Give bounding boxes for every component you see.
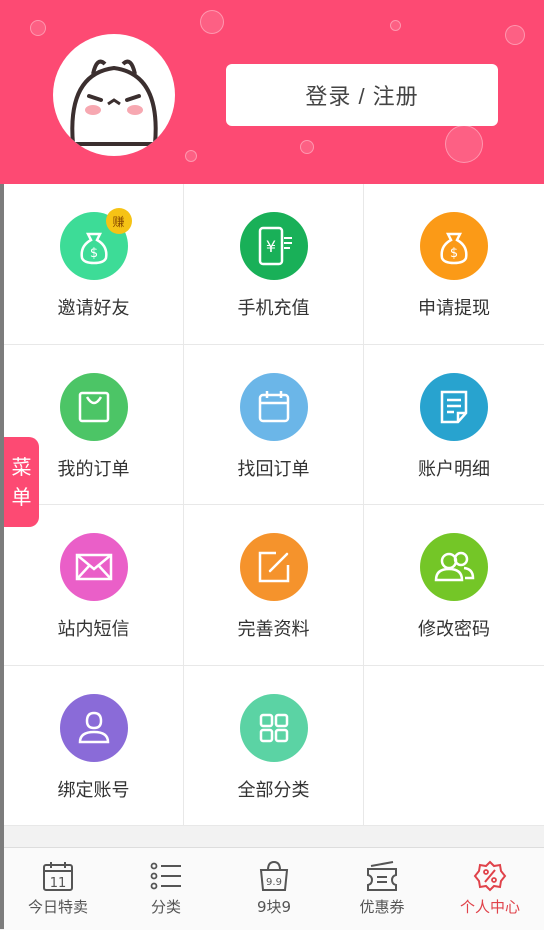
grid-item-invite-friends[interactable]: $ 赚 邀请好友 [4,184,184,345]
icon-circle [59,693,128,762]
side-menu-tab-char: 菜 [11,455,32,479]
grid-item-all-categories[interactable]: 全部分类 [184,665,364,826]
tab-label: 优惠券 [359,898,405,916]
grid-item-label: 修改密码 [418,619,490,640]
cartoon-avatar-icon [70,59,158,146]
coupon-icon [367,861,397,891]
icon-circle [59,533,128,601]
edit-icon [258,551,289,583]
grid-item-phone-recharge[interactable]: ¥ 手机充值 [184,184,364,345]
tab-label: 分类 [150,898,181,916]
grid-icon [259,713,288,742]
money-bag-icon: $ [79,232,108,265]
bubble-decoration [200,10,224,34]
list-icon [150,862,181,890]
icon-circle [239,693,308,762]
tab-personal-center[interactable]: 个人中心 [436,848,544,930]
grid-empty-cell [364,666,544,826]
money-bag-icon: $ [440,232,468,265]
tab-label: 今日特卖 [27,898,88,916]
icon-circle: $ [420,212,488,280]
grid-item-bind-account[interactable]: 绑定账号 [4,665,184,826]
icon-circle [239,372,308,441]
calendar-icon [258,390,289,422]
grid-item-account-details[interactable]: 账户明细 [364,345,544,505]
grid-item-label: 账户明细 [418,458,490,480]
side-menu-tab[interactable]: 菜 单 [4,437,39,527]
shopping-bag-icon [78,391,109,422]
tab-label: 9块9 [256,898,292,916]
tab-categories[interactable]: 分类 [112,848,220,930]
phone-yen-icon: ¥ [258,226,292,266]
side-menu-tab-char: 单 [11,485,32,509]
bag-price-text: 9.9 [266,877,282,888]
percent-badge-icon [473,860,507,892]
login-register-button[interactable]: 登录 / 注册 [226,64,498,126]
bubble-decoration [185,150,197,162]
icon-circle [59,372,128,441]
icon-circle: ¥ [239,212,308,280]
bubble-decoration [300,140,314,154]
earn-badge: 赚 [105,208,132,234]
tab-label: 个人中心 [459,898,520,916]
bubble-decoration [445,125,483,163]
bubble-decoration [30,20,46,36]
bubble-decoration [505,25,525,45]
grid-item-label: 站内短信 [57,619,130,640]
grid-item-label: 申请提现 [418,298,490,319]
tab-nine-nine[interactable]: 9.9 9块9 [220,848,328,930]
icon-circle [420,372,488,441]
grid-item-label: 找回订单 [237,458,310,480]
document-icon [440,390,468,423]
grid-item-messages[interactable]: 站内短信 [4,505,184,666]
menu-grid: $ 赚 邀请好友 ¥ 手机充值 $ 申请提现 我的订单 找回订单 账户明细 站内… [4,184,544,826]
grid-item-find-orders[interactable]: 找回订单 [184,344,364,505]
icon-circle [239,533,308,601]
grid-item-withdraw[interactable]: $ 申请提现 [364,184,544,345]
grid-item-label: 绑定账号 [57,779,130,801]
tab-coupons[interactable]: 优惠券 [328,848,436,930]
grid-item-label: 手机充值 [237,298,310,319]
profile-header: 登录 / 注册 [0,0,544,184]
icon-circle: $ 赚 [59,208,132,280]
envelope-icon [75,553,112,581]
users-icon [434,551,475,582]
grid-item-label: 全部分类 [237,779,310,801]
avatar[interactable] [53,34,175,156]
bubble-decoration [390,20,401,31]
grid-item-edit-profile[interactable]: 完善资料 [184,505,364,666]
svg-text:$: $ [89,246,97,261]
grid-item-label: 完善资料 [237,619,310,640]
shopping-bag-99-icon: 9.9 [259,860,289,891]
grid-item-label: 我的订单 [57,458,130,480]
svg-text:¥: ¥ [265,237,275,256]
tab-today-sale[interactable]: 11 今日特卖 [4,848,112,930]
person-icon [78,711,109,743]
icon-circle [420,533,488,601]
svg-text:$: $ [450,246,458,261]
calendar-day-icon: 11 [43,862,73,891]
grid-item-change-password[interactable]: 修改密码 [364,505,544,666]
bottom-tab-bar: 11 今日特卖 分类 9.9 9块9 优惠券 个人中心 [4,847,544,930]
calendar-day-number: 11 [50,876,67,891]
grid-item-label: 邀请好友 [57,298,130,319]
